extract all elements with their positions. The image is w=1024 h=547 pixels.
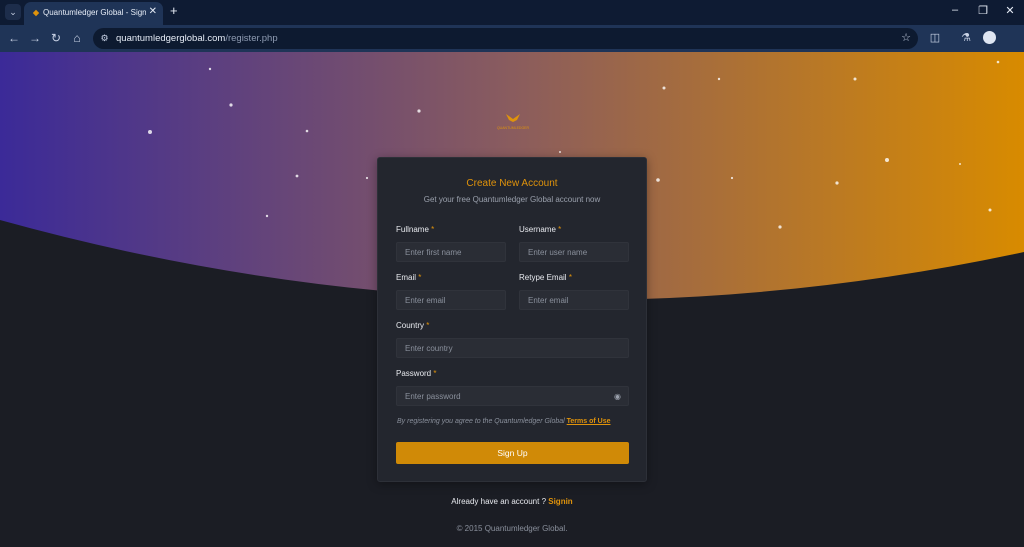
url-text: quantumledgerglobal.com/register.php — [116, 33, 278, 44]
back-icon[interactable]: ← — [6, 30, 22, 46]
address-bar[interactable]: ⚙ quantumledgerglobal.com/register.php ☆ — [93, 28, 918, 49]
close-window-icon[interactable]: ✕ — [1003, 4, 1017, 17]
password-label: Password * — [396, 369, 437, 378]
username-label: Username * — [519, 225, 562, 234]
tab-title: Quantumledger Global - Sign U — [43, 8, 146, 17]
bookmark-star-icon[interactable]: ☆ — [901, 31, 911, 44]
svg-text:QUANTUMLEDGER: QUANTUMLEDGER — [497, 126, 530, 130]
url-path: /register.php — [225, 33, 278, 44]
terms-text: By registering you agree to the Quantuml… — [397, 418, 611, 425]
reload-icon[interactable]: ↻ — [48, 30, 64, 46]
forward-icon[interactable]: → — [27, 30, 43, 46]
required-marker: * — [426, 321, 430, 330]
required-marker: * — [431, 225, 435, 234]
new-tab-icon[interactable]: + — [170, 4, 178, 18]
tab-search-icon[interactable]: ⌄ — [5, 4, 21, 20]
profile-avatar-icon[interactable] — [983, 31, 996, 44]
extensions-icon[interactable]: ◫ — [927, 30, 943, 46]
country-label: Country * — [396, 321, 430, 330]
close-tab-icon[interactable]: ✕ — [149, 6, 157, 17]
already-have-account: Already have an account ? Signin — [451, 497, 573, 506]
url-domain: quantumledgerglobal.com — [116, 33, 226, 44]
show-password-eye-icon[interactable]: ◉ — [614, 392, 621, 401]
sign-up-button[interactable]: Sign Up — [396, 442, 629, 464]
retype-email-input[interactable]: Enter email — [519, 290, 629, 310]
copyright-text: © 2015 Quantumledger Global. — [456, 524, 568, 533]
signin-link[interactable]: Signin — [548, 497, 572, 506]
email-input[interactable]: Enter email — [396, 290, 506, 310]
restore-icon[interactable]: ❐ — [976, 4, 990, 17]
browser-tab[interactable]: Quantumledger Global - Sign U ✕ — [24, 2, 163, 25]
required-marker: * — [558, 225, 562, 234]
required-marker: * — [418, 273, 422, 282]
browser-toolbar: ← → ↻ ⌂ ⚙ quantumledgerglobal.com/regist… — [0, 25, 1024, 52]
fullname-label: Fullname * — [396, 225, 435, 234]
site-info-icon[interactable]: ⚙ — [98, 32, 111, 45]
terms-of-use-link[interactable]: Terms of Use — [567, 418, 611, 425]
home-icon[interactable]: ⌂ — [69, 30, 85, 46]
country-input[interactable]: Enter country — [396, 338, 629, 358]
browser-tab-bar: ⌄ Quantumledger Global - Sign U ✕ + – ❐ … — [0, 0, 1024, 25]
password-placeholder: Enter password — [405, 392, 461, 401]
minimize-icon[interactable]: – — [948, 4, 962, 16]
page-viewport: QUANTUMLEDGER Create New Account Get you… — [0, 52, 1024, 547]
form-title: Create New Account — [466, 178, 558, 189]
favicon-icon — [32, 9, 40, 17]
password-field[interactable]: Enter password ◉ — [396, 386, 629, 406]
required-marker: * — [433, 369, 437, 378]
required-marker: * — [568, 273, 572, 282]
register-card: Create New Account Get your free Quantum… — [377, 157, 647, 482]
form-subtitle: Get your free Quantumledger Global accou… — [423, 195, 601, 204]
email-label: Email * — [396, 273, 422, 282]
fullname-input[interactable]: Enter first name — [396, 242, 506, 262]
quantumledger-logo[interactable]: QUANTUMLEDGER — [492, 110, 534, 130]
labs-flask-icon[interactable]: ⚗ — [958, 30, 974, 46]
username-input[interactable]: Enter user name — [519, 242, 629, 262]
retype-email-label: Retype Email * — [519, 273, 572, 282]
